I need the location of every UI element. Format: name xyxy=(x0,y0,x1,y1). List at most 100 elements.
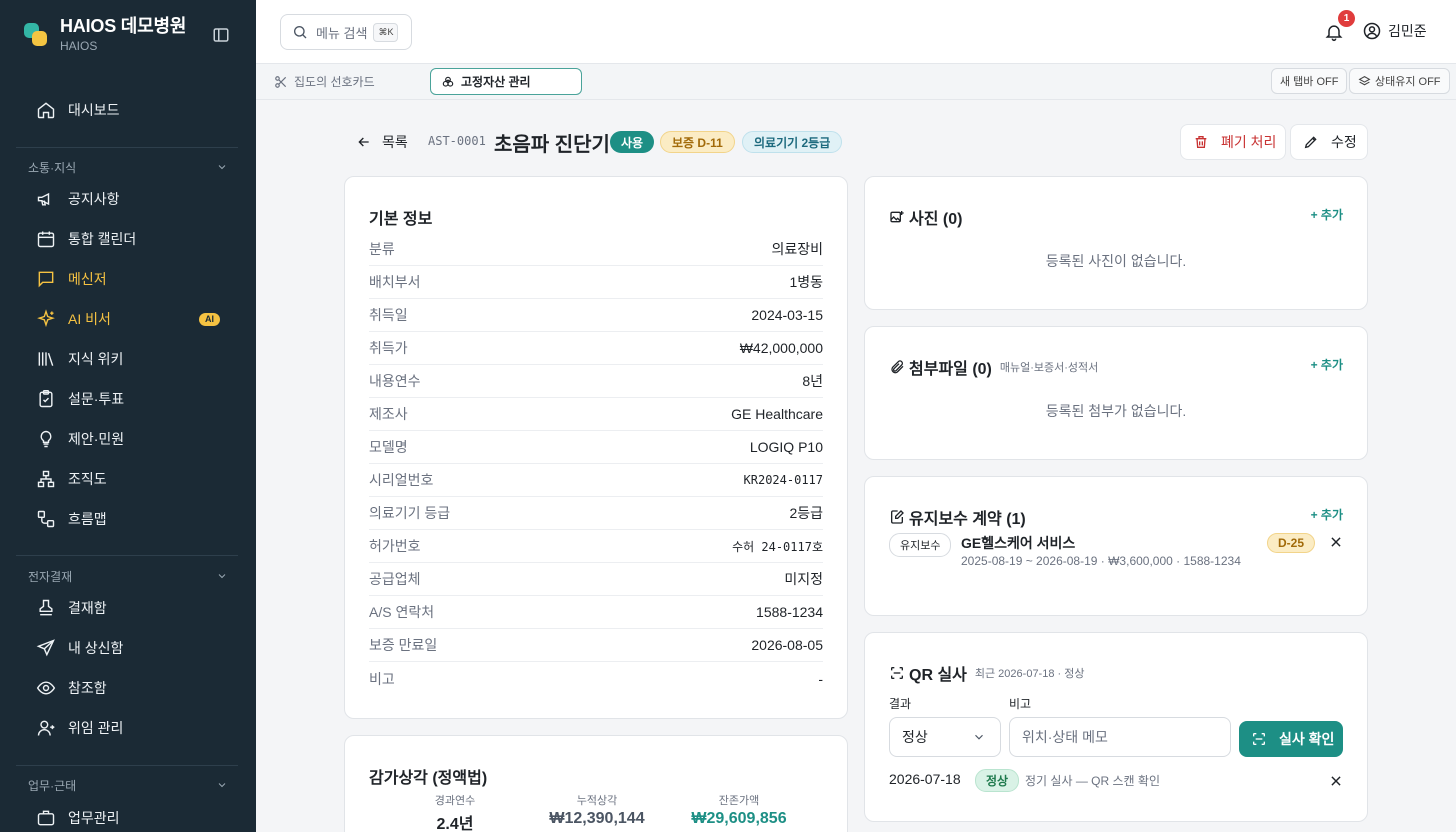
sidebar-item-label: 메신저 xyxy=(68,271,107,287)
dispose-button[interactable]: 폐기 처리 xyxy=(1180,124,1286,160)
info-value: 1588-1234 xyxy=(756,604,823,620)
brand-title: HAIOS 데모병원 xyxy=(60,16,187,36)
history-note: 정기 실사 — QR 스캔 확인 xyxy=(1025,774,1160,788)
back-to-list-button[interactable]: 목록 xyxy=(356,132,408,152)
brand[interactable]: HAIOS 데모병원 HAIOS xyxy=(24,16,186,54)
sidebar-item-wiki[interactable]: 지식 위키 xyxy=(24,341,232,377)
sidebar-item-survey[interactable]: 설문·투표 xyxy=(24,381,232,417)
sidebar-item-calendar[interactable]: 통합 캘린더 xyxy=(24,221,232,257)
send-icon xyxy=(36,638,56,658)
maintenance-card: 유지보수 계약 (1) + 추가 유지보수 GE헬스케어 서비스 2025-08… xyxy=(864,476,1368,616)
page-title: 초음파 진단기 xyxy=(494,134,610,156)
tab-label: 집도의 선호카드 xyxy=(294,75,375,89)
menu-search[interactable]: 메뉴 검색 ⌘K xyxy=(280,14,412,50)
card-title: 감가상각 (정액법) xyxy=(369,770,488,787)
attachments-subtitle: 매뉴얼·보증서·성적서 xyxy=(999,362,1099,374)
sidebar-item-delegation[interactable]: 위임 관리 xyxy=(24,710,232,746)
arrow-left-icon xyxy=(356,134,372,150)
add-photo-button[interactable]: + 추가 xyxy=(1311,206,1343,223)
scan-icon xyxy=(889,665,905,681)
elapsed-value: 2.4년 xyxy=(436,816,474,832)
sidebar-item-task-management[interactable]: 업무관리 xyxy=(24,800,232,832)
info-label: A/S 연락처 xyxy=(369,604,435,620)
basic-info-card: 기본 정보 분류 의료장비 배치부서 1병동 취득일 2024-03-15 취득가 ₩42,0… xyxy=(344,176,848,719)
sidebar-item-org-chart[interactable]: 조직도 xyxy=(24,461,232,497)
stamp-icon xyxy=(36,598,56,618)
sparkles-icon xyxy=(36,309,56,329)
sidebar-item-label: 통합 캘린더 xyxy=(68,231,137,247)
tab-fixed-assets[interactable]: 고정자산 관리 xyxy=(430,68,582,95)
info-row: 모델명 LOGIQ P10 xyxy=(369,431,823,464)
sidebar-item-notice[interactable]: 공지사항 xyxy=(24,181,232,217)
org-chart-icon xyxy=(36,469,56,489)
info-row: A/S 연락처 1588-1234 xyxy=(369,596,823,629)
accumulated-depreciation: 누적상각 ₩12,390,144 xyxy=(527,792,667,828)
history-date: 2026-07-18 xyxy=(889,771,961,787)
tab-surgeon-preference[interactable]: 집도의 선호카드 xyxy=(274,68,375,95)
sidebar-item-cc-box[interactable]: 참조함 xyxy=(24,670,232,706)
info-value: GE Healthcare xyxy=(731,406,823,422)
accum-label: 누적상각 xyxy=(576,795,618,807)
warranty-badge: 보증 D-11 xyxy=(660,131,735,153)
info-value: 2024-03-15 xyxy=(751,307,823,323)
sidebar-item-label: 위임 관리 xyxy=(68,720,124,736)
accum-value: ₩12,390,144 xyxy=(549,810,645,827)
edit-button[interactable]: 수정 xyxy=(1290,124,1368,160)
memo-input[interactable] xyxy=(1009,717,1231,757)
contract-detail: 2025-08-19 ~ 2026-08-19 · ₩3,600,000 · 1… xyxy=(961,554,1241,568)
sidebar-item-suggestion[interactable]: 제안·민원 xyxy=(24,421,232,457)
contract-type-tag: 유지보수 xyxy=(889,533,952,557)
search-placeholder: 메뉴 검색 xyxy=(316,25,368,41)
eye-icon xyxy=(36,678,56,698)
divider xyxy=(16,555,238,556)
info-row: 의료기기 등급 2등급 xyxy=(369,497,823,530)
sidebar-item-messenger[interactable]: 메신저 xyxy=(24,261,232,297)
search-shortcut: ⌘K xyxy=(373,22,399,42)
info-label: 모델명 xyxy=(369,439,408,455)
info-row: 배치부서 1병동 xyxy=(369,266,823,299)
info-value: 미지정 xyxy=(784,571,823,587)
sidebar-item-label: 결재함 xyxy=(68,600,107,616)
sidebar-item-flowmap[interactable]: 흐름맵 xyxy=(24,501,232,537)
sidebar-item-label: 내 상신함 xyxy=(68,640,124,656)
sidebar-item-ai-assistant[interactable]: AI 비서 AI xyxy=(24,301,232,337)
sidebar-item-label: 대시보드 xyxy=(68,102,120,118)
new-tab-toggle[interactable]: 새 탭바 OFF xyxy=(1271,68,1348,94)
user-name: 김민준 xyxy=(1388,23,1427,39)
info-label: 배치부서 xyxy=(369,274,421,290)
tab-label: 고정자산 관리 xyxy=(461,75,531,89)
note-label: 비고 xyxy=(1009,697,1032,711)
card-title: 유지보수 계약 (1) xyxy=(889,505,1026,529)
add-contract-button[interactable]: + 추가 xyxy=(1311,506,1343,523)
close-icon[interactable] xyxy=(1329,535,1343,549)
brand-logo xyxy=(24,23,48,47)
info-row: 공급업체 미지정 xyxy=(369,563,823,596)
add-attachment-button[interactable]: + 추가 xyxy=(1311,356,1343,373)
info-row: 보증 만료일 2026-08-05 xyxy=(369,629,823,662)
sidebar-toggle-icon[interactable] xyxy=(212,26,230,44)
user-circle-icon xyxy=(1362,21,1382,41)
section-header-approval[interactable]: 전자결재 xyxy=(28,567,228,585)
elapsed-years: 경과연수 2.4년 xyxy=(385,792,525,832)
contract-vendor: GE헬스케어 서비스 xyxy=(961,535,1076,551)
file-edit-icon xyxy=(889,509,905,525)
section-header-work[interactable]: 업무·근태 xyxy=(28,776,228,794)
result-select[interactable]: 정상 xyxy=(889,717,1001,757)
sidebar: HAIOS 데모병원 HAIOS 대시보드 소통·지식 공지사항 통합 캘린더 … xyxy=(0,0,256,832)
info-value: 1병동 xyxy=(789,274,823,290)
confirm-audit-button[interactable]: 실사 확인 xyxy=(1239,721,1343,757)
section-header-communication[interactable]: 소통·지식 xyxy=(28,158,228,176)
keep-state-toggle[interactable]: 상태유지 OFF xyxy=(1349,68,1450,94)
image-plus-icon xyxy=(889,209,905,225)
info-label: 제조사 xyxy=(369,406,408,422)
card-title: QR 실사 최근 2026-07-18 · 정상 xyxy=(889,661,1084,685)
sidebar-item-dashboard[interactable]: 대시보드 xyxy=(24,92,232,128)
sidebar-item-sent-box[interactable]: 내 상신함 xyxy=(24,630,232,666)
divider xyxy=(16,765,238,766)
info-label: 보증 만료일 xyxy=(369,637,438,653)
user-menu[interactable]: 김민준 xyxy=(1362,21,1427,41)
close-icon[interactable] xyxy=(1329,774,1343,788)
qr-audit-subtitle: 최근 2026-07-18 · 정상 xyxy=(974,668,1085,680)
megaphone-icon xyxy=(36,189,56,209)
sidebar-item-approval-box[interactable]: 결재함 xyxy=(24,590,232,626)
